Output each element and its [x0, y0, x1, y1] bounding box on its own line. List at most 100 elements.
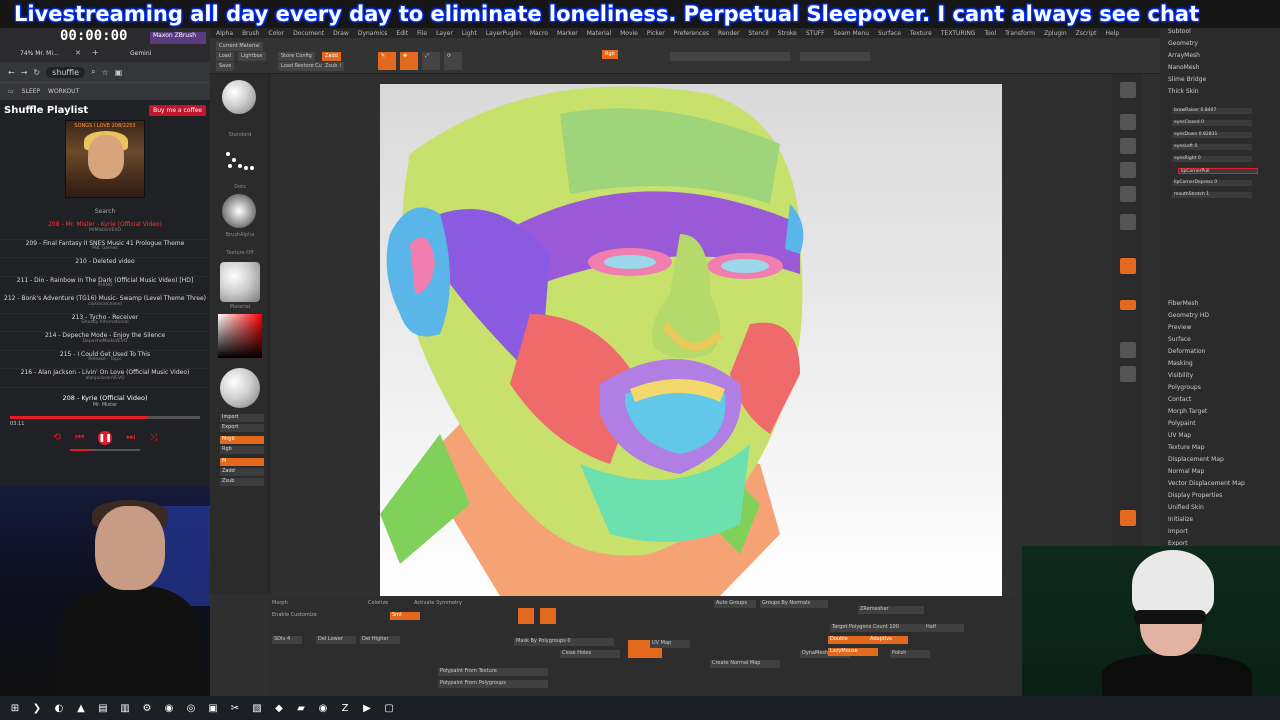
rgb-button[interactable]: Rgb: [602, 50, 618, 59]
chrome-icon[interactable]: ◉: [316, 701, 330, 715]
tray-item-polygroups[interactable]: Polygroups: [1168, 384, 1201, 391]
vpn-icon[interactable]: ◆: [272, 701, 286, 715]
copilot-icon[interactable]: ❯: [30, 701, 44, 715]
del-lower-button[interactable]: Del Lower: [316, 636, 356, 644]
morph-slider[interactable]: eyesRight 0: [1172, 156, 1252, 162]
tray-item-deformation[interactable]: Deformation: [1168, 348, 1205, 355]
song-item[interactable]: 210 - Deleted video: [0, 258, 210, 277]
menu-item-zscript[interactable]: Zscript: [1076, 30, 1097, 37]
chrome-icon[interactable]: ◉: [162, 701, 176, 715]
tray-item-texture-map[interactable]: Texture Map: [1168, 444, 1205, 451]
tab-media[interactable]: 74% Mr. Mi...: [20, 50, 59, 57]
tray-item-normal-map[interactable]: Normal Map: [1168, 468, 1204, 475]
menu-item-stuff[interactable]: STUFF: [806, 30, 825, 37]
zadd-left-button[interactable]: Zadd: [220, 468, 264, 476]
symmetry-y-icon[interactable]: [540, 608, 556, 624]
move-icon[interactable]: ✥: [400, 52, 418, 70]
tray-item-uv-map[interactable]: UV Map: [1168, 432, 1191, 439]
terminal-icon[interactable]: ▢: [382, 701, 396, 715]
playlist-search[interactable]: Search: [0, 208, 210, 215]
menu-item-seam-menu[interactable]: Seam Menu: [834, 30, 869, 37]
menu-item-texturing[interactable]: TEXTURING: [941, 30, 976, 37]
tab-gemini[interactable]: Gemini: [130, 50, 151, 57]
menu-item-picker[interactable]: Picker: [647, 30, 665, 37]
menu-item-surface[interactable]: Surface: [878, 30, 901, 37]
scale-icon[interactable]: ⤢: [422, 52, 440, 70]
menu-item-help[interactable]: Help: [1105, 30, 1119, 37]
menu-item-zplugin[interactable]: Zplugin: [1044, 30, 1067, 37]
menu-item-draw[interactable]: Draw: [333, 30, 349, 37]
menu-item-transform[interactable]: Transform: [1005, 30, 1035, 37]
extensions-icon[interactable]: ▣: [115, 68, 123, 77]
persp-icon[interactable]: [1120, 214, 1136, 230]
local-icon[interactable]: [1120, 300, 1136, 310]
store-config-button[interactable]: Store Config: [278, 52, 315, 61]
import-button[interactable]: Import: [220, 414, 264, 422]
stroke-dots-icon[interactable]: [222, 146, 256, 180]
morph-slider[interactable]: browRaiser 0.8407: [1172, 108, 1252, 114]
scroll-icon[interactable]: [1120, 114, 1136, 130]
groups-by-normals-button[interactable]: Groups By Normals: [760, 600, 828, 608]
song-item[interactable]: 212 - Bonk's Adventure (TG16) Music- Swa…: [0, 295, 210, 314]
aahalf-icon[interactable]: [1120, 186, 1136, 202]
rgb-left-button[interactable]: Rgb: [220, 446, 264, 454]
capture-icon[interactable]: ✂: [228, 701, 242, 715]
polypaint-from-polygroups-button[interactable]: Polypaint From Polygroups: [438, 680, 548, 688]
windows-icon[interactable]: ⊞: [8, 701, 22, 715]
lazymouse-button[interactable]: LazyMouse: [828, 648, 878, 656]
focal-shift-slider[interactable]: [800, 52, 870, 61]
tray-item-slime-bridge[interactable]: Slime Bridge: [1168, 76, 1206, 83]
zsub-button[interactable]: Zsub: [322, 62, 341, 71]
mrgb-button[interactable]: Mrgb: [220, 436, 264, 444]
pycharm-icon[interactable]: ▣: [206, 701, 220, 715]
adaptive-button[interactable]: Adaptive: [868, 636, 908, 644]
close-tab-icon[interactable]: ✕: [75, 49, 81, 57]
song-item[interactable]: 215 - I Could Get Used To This Release - …: [0, 351, 210, 369]
menu-item-material[interactable]: Material: [587, 30, 611, 37]
song-item[interactable]: 211 - Dio - Rainbow In The Dark (Officia…: [0, 277, 210, 295]
menu-item-brush[interactable]: Brush: [242, 30, 259, 37]
menu-item-file[interactable]: File: [417, 30, 427, 37]
move-view-icon[interactable]: [1120, 366, 1136, 382]
close-holes-button[interactable]: Close Holes: [560, 650, 620, 658]
floor-icon[interactable]: [1120, 258, 1136, 274]
tray-item-subtool[interactable]: Subtool: [1168, 28, 1191, 35]
bpr-icon[interactable]: [1120, 82, 1136, 98]
menu-item-color[interactable]: Color: [268, 30, 284, 37]
tray-item-surface[interactable]: Surface: [1168, 336, 1191, 343]
brush-standard-icon[interactable]: [222, 80, 256, 114]
back-icon[interactable]: ←: [8, 68, 15, 77]
rotate-icon[interactable]: ⟳: [444, 52, 462, 70]
zsub-left-button[interactable]: Zsub: [220, 478, 264, 486]
symmetry-x-icon[interactable]: [518, 608, 534, 624]
alpha-icon[interactable]: [222, 194, 256, 228]
pause-button[interactable]: ❚❚: [98, 430, 113, 445]
folder-icon[interactable]: ▰: [294, 701, 308, 715]
material-icon[interactable]: [220, 262, 260, 302]
edge-icon[interactable]: ◐: [52, 701, 66, 715]
tray-item-contact[interactable]: Contact: [1168, 396, 1191, 403]
menu-item-render[interactable]: Render: [718, 30, 739, 37]
bookmark-sleep[interactable]: SLEEP: [22, 88, 40, 95]
refresh-icon[interactable]: ↻: [33, 68, 40, 77]
del-higher-button[interactable]: Del Higher: [360, 636, 400, 644]
menu-item-preferences[interactable]: Preferences: [674, 30, 709, 37]
menu-item-stroke[interactable]: Stroke: [778, 30, 797, 37]
media-icon[interactable]: ▶: [360, 701, 374, 715]
menu-item-layer[interactable]: Layer: [436, 30, 453, 37]
tray-item-polypaint[interactable]: Polypaint: [1168, 420, 1196, 427]
tray-item-unified-skin[interactable]: Unified Skin: [1168, 504, 1204, 511]
tray-item-geometry[interactable]: Geometry: [1168, 40, 1198, 47]
support-button[interactable]: Buy me a coffee: [149, 104, 206, 116]
uv-map-button[interactable]: UV Map: [650, 640, 690, 648]
morph-slider[interactable]: eyesLeft 0: [1172, 144, 1252, 150]
export-button[interactable]: Export: [220, 424, 264, 432]
previous-icon[interactable]: ⏮: [75, 432, 84, 443]
menu-item-dynamics[interactable]: Dynamics: [358, 30, 388, 37]
repeat-icon[interactable]: ⟲: [53, 432, 61, 443]
tray-item-import[interactable]: Import: [1168, 528, 1188, 535]
edit-draw-icon[interactable]: ✎: [378, 52, 396, 70]
song-item[interactable]: 216 - Alan Jackson - Livin' On Love (Off…: [0, 369, 210, 388]
menu-item-alpha[interactable]: Alpha: [216, 30, 233, 37]
progress-bar[interactable]: [10, 415, 200, 419]
